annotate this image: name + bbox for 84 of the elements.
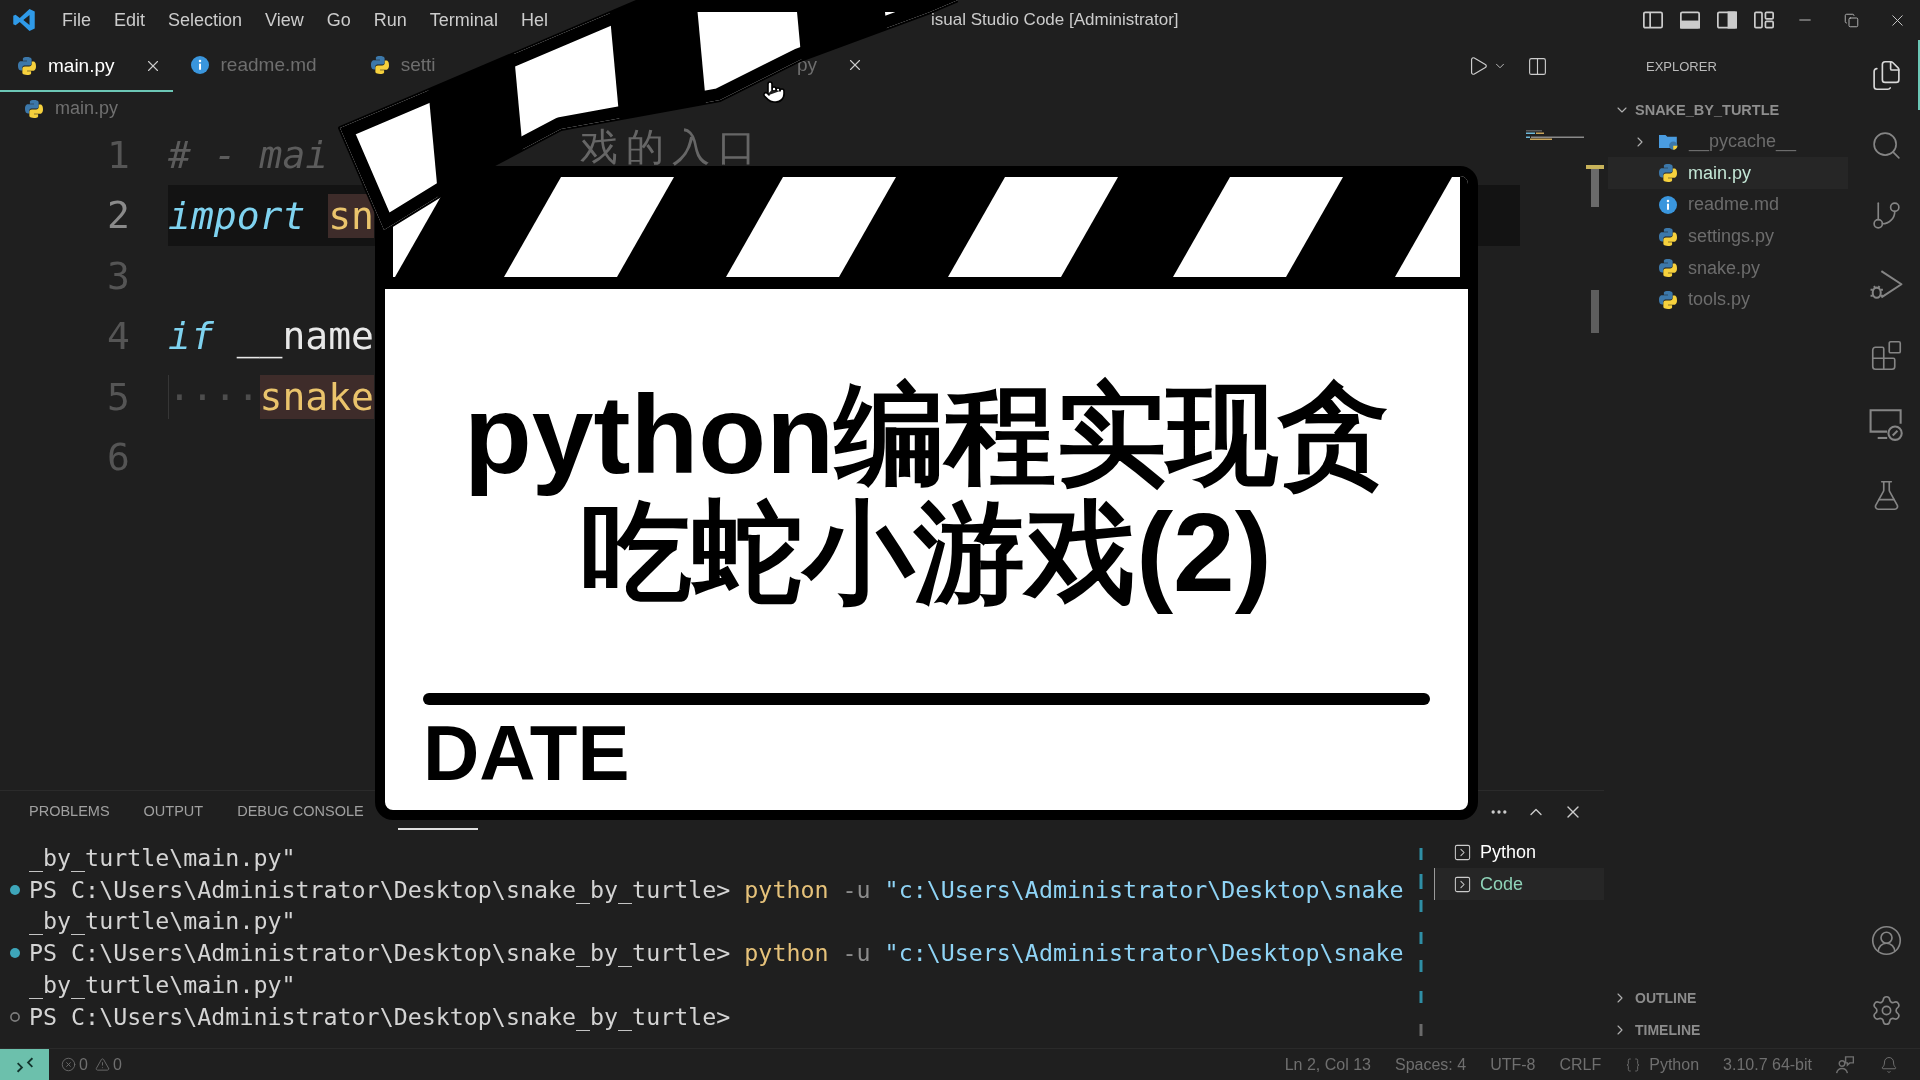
tree-item[interactable]: main.py (1608, 157, 1848, 190)
menu-item[interactable]: Go (326, 8, 351, 32)
line-number: 2 (107, 192, 130, 240)
menu-item[interactable]: View (265, 8, 304, 32)
python-file-icon (1659, 227, 1677, 246)
restore-icon[interactable] (1843, 12, 1859, 28)
section-header[interactable]: OUTLINE (1604, 982, 1860, 1014)
terminal-session[interactable]: Python (1434, 836, 1604, 868)
status-item[interactable]: Ln 2, Col 13 (1284, 1055, 1371, 1074)
terminal-session[interactable]: Code (1434, 868, 1604, 900)
python-file-icon (1659, 290, 1677, 309)
menu-item[interactable]: File (62, 8, 91, 32)
tree-item[interactable]: snake.py (1608, 252, 1848, 285)
person-chat-icon[interactable] (1836, 1055, 1854, 1074)
cursor-position-mark (1586, 165, 1604, 169)
tree-item[interactable]: settings.py (1608, 220, 1848, 253)
python-file-icon (1659, 164, 1677, 183)
layout-icon[interactable] (1753, 11, 1774, 29)
terminal-icon (1453, 842, 1472, 862)
minimap-drawing (1526, 130, 1584, 140)
status-item[interactable]: 3.10.7 64-bit (1723, 1055, 1812, 1074)
monitor-icon (1869, 408, 1903, 442)
menu-item[interactable]: Run (373, 8, 407, 32)
info-icon (1659, 195, 1677, 214)
status-item[interactable]: UTF-8 (1490, 1055, 1536, 1074)
menu-item[interactable]: Selection (168, 8, 243, 32)
code-line: # - mai (168, 132, 329, 180)
python-file-icon (370, 56, 389, 74)
overview-mark (1591, 290, 1599, 333)
tree-item[interactable]: SNAKE_BY_TURTLE (1608, 94, 1848, 126)
status-item[interactable]: Spaces: 4 (1394, 1055, 1467, 1074)
warning-icon (94, 1057, 110, 1072)
terminal-line: _by_turtle\main.py" (29, 843, 296, 872)
tree-item[interactable]: __pycache__ (1608, 125, 1848, 158)
menu-item[interactable]: Terminal (429, 8, 498, 32)
panel-tab[interactable]: PROBLEMS (29, 791, 110, 832)
app-logo-icon (13, 9, 35, 31)
terminal-line: PS C:\Users\Administrator\Desktop\snake_by_turtle> python -u "c:\Users\Administrator\Desktop\snake (29, 875, 1404, 904)
terminal-icon (1453, 874, 1472, 894)
blocks-icon (1869, 338, 1903, 372)
editor-tab[interactable]: setti (352, 51, 440, 81)
play-bug-icon (1869, 268, 1903, 302)
code-line: if __name (168, 313, 374, 361)
scrollbar-thumb[interactable] (1591, 169, 1599, 207)
remote-icon (16, 1056, 33, 1073)
account-icon (1869, 923, 1903, 957)
menu-item[interactable]: Hel (520, 8, 548, 32)
python-file-icon (1659, 259, 1677, 278)
panel-bottom-icon[interactable] (1679, 11, 1700, 29)
terminal-line: _by_turtle\main.py" (29, 971, 296, 1000)
tree-item[interactable]: tools.py (1608, 284, 1848, 316)
terminal-line: PS C:\Users\Administrator\Desktop\snake_by_turtle> (29, 1002, 731, 1031)
error-icon (61, 1057, 76, 1072)
terminal-line: _by_turtle\main.py" (29, 907, 296, 936)
code-line: import sn (168, 192, 374, 240)
sidebar-right-icon[interactable] (1716, 11, 1737, 29)
remote-button[interactable] (0, 1049, 49, 1080)
split-editor-icon[interactable] (1527, 55, 1548, 77)
python-file-icon (25, 99, 43, 118)
editor-tab[interactable]: main.py (0, 40, 173, 92)
info-icon (190, 56, 209, 74)
hand-cursor-icon (762, 80, 786, 104)
braces-icon (1625, 1056, 1642, 1073)
breadcrumb-item[interactable]: main.py (25, 98, 119, 119)
terminal-line: PS C:\Users\Administrator\Desktop\snake_by_turtle> python -u "c:\Users\Administrator\Desktop\snake (29, 939, 1404, 968)
problems-status[interactable]: 0 0 (61, 1055, 122, 1074)
sidebar-title: EXPLORER (1646, 58, 1717, 74)
sidebar-left-icon[interactable] (1642, 11, 1663, 29)
section-header[interactable]: TIMELINE (1604, 1014, 1860, 1046)
panel-tab[interactable]: OUTPUT (143, 791, 204, 832)
bell-icon[interactable] (1880, 1055, 1898, 1074)
menu-item[interactable]: Edit (114, 8, 146, 32)
window-title: isual Studio Code [Administrator] (931, 10, 1179, 30)
status-item[interactable]: CRLF (1559, 1055, 1602, 1074)
card-title: python编程实现贪吃蛇小游戏(2) (463, 376, 1390, 612)
editor-tab[interactable]: readme.md (172, 51, 321, 81)
date-label: DATE (423, 709, 630, 797)
python-file-icon (18, 57, 36, 75)
status-item[interactable]: Python (1625, 1055, 1700, 1074)
code-line: ····snake (168, 373, 374, 421)
tree-item[interactable]: readme.md (1608, 189, 1848, 221)
panel-tab[interactable]: DEBUG CONSOLE (237, 791, 364, 832)
folder-icon (1659, 133, 1678, 151)
code-fragment: 戏的入口 (580, 128, 765, 166)
